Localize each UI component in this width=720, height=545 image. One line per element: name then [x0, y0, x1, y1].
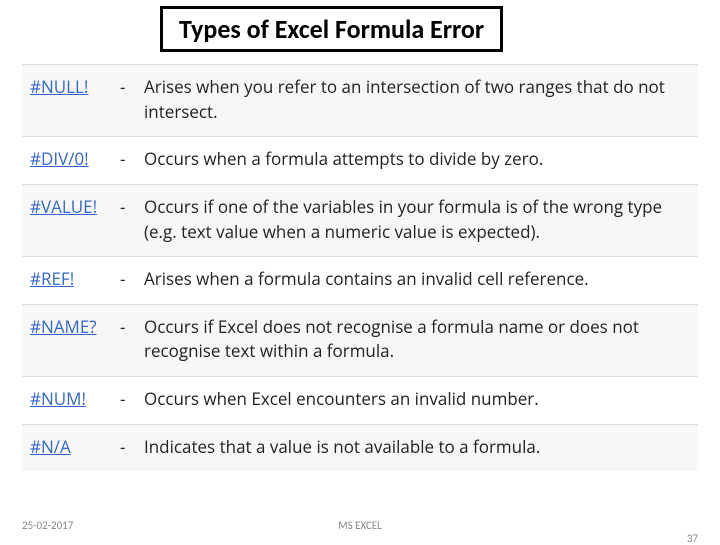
separator: - [120, 75, 144, 98]
table-row: #DIV/0! - Occurs when a formula attempts… [22, 136, 698, 184]
separator: - [120, 147, 144, 170]
error-code-link[interactable]: #REF! [30, 267, 120, 290]
error-description: Occurs when Excel encounters an invalid … [144, 387, 690, 412]
error-description: Occurs when a formula attempts to divide… [144, 147, 690, 172]
error-description: Arises when a formula contains an invali… [144, 267, 690, 292]
table-row: #N/A - Indicates that a value is not ava… [22, 424, 698, 472]
table-row: #NUM! - Occurs when Excel encounters an … [22, 376, 698, 424]
error-code-link[interactable]: #NULL! [30, 75, 120, 98]
error-code-link[interactable]: #N/A [30, 435, 120, 458]
slide-footer: 25-02-2017 MS EXCEL 37 [0, 519, 720, 532]
error-code-link[interactable]: #VALUE! [30, 195, 120, 218]
footer-center: MS EXCEL [0, 519, 720, 532]
error-table: #NULL! - Arises when you refer to an int… [0, 64, 720, 471]
table-row: #VALUE! - Occurs if one of the variables… [22, 184, 698, 256]
error-description: Arises when you refer to an intersection… [144, 75, 690, 124]
table-row: #REF! - Arises when a formula contains a… [22, 256, 698, 304]
separator: - [120, 315, 144, 338]
table-row: #NULL! - Arises when you refer to an int… [22, 64, 698, 136]
table-row: #NAME? - Occurs if Excel does not recogn… [22, 304, 698, 376]
error-code-link[interactable]: #NUM! [30, 387, 120, 410]
page-title: Types of Excel Formula Error [160, 6, 503, 52]
error-description: Indicates that a value is not available … [144, 435, 690, 460]
error-description: Occurs if Excel does not recognise a for… [144, 315, 690, 364]
footer-date: 25-02-2017 [22, 519, 73, 532]
error-code-link[interactable]: #DIV/0! [30, 147, 120, 170]
separator: - [120, 387, 144, 410]
error-code-link[interactable]: #NAME? [30, 315, 120, 338]
footer-page-number: 37 [687, 532, 698, 545]
separator: - [120, 267, 144, 290]
error-description: Occurs if one of the variables in your f… [144, 195, 690, 244]
separator: - [120, 195, 144, 218]
separator: - [120, 435, 144, 458]
